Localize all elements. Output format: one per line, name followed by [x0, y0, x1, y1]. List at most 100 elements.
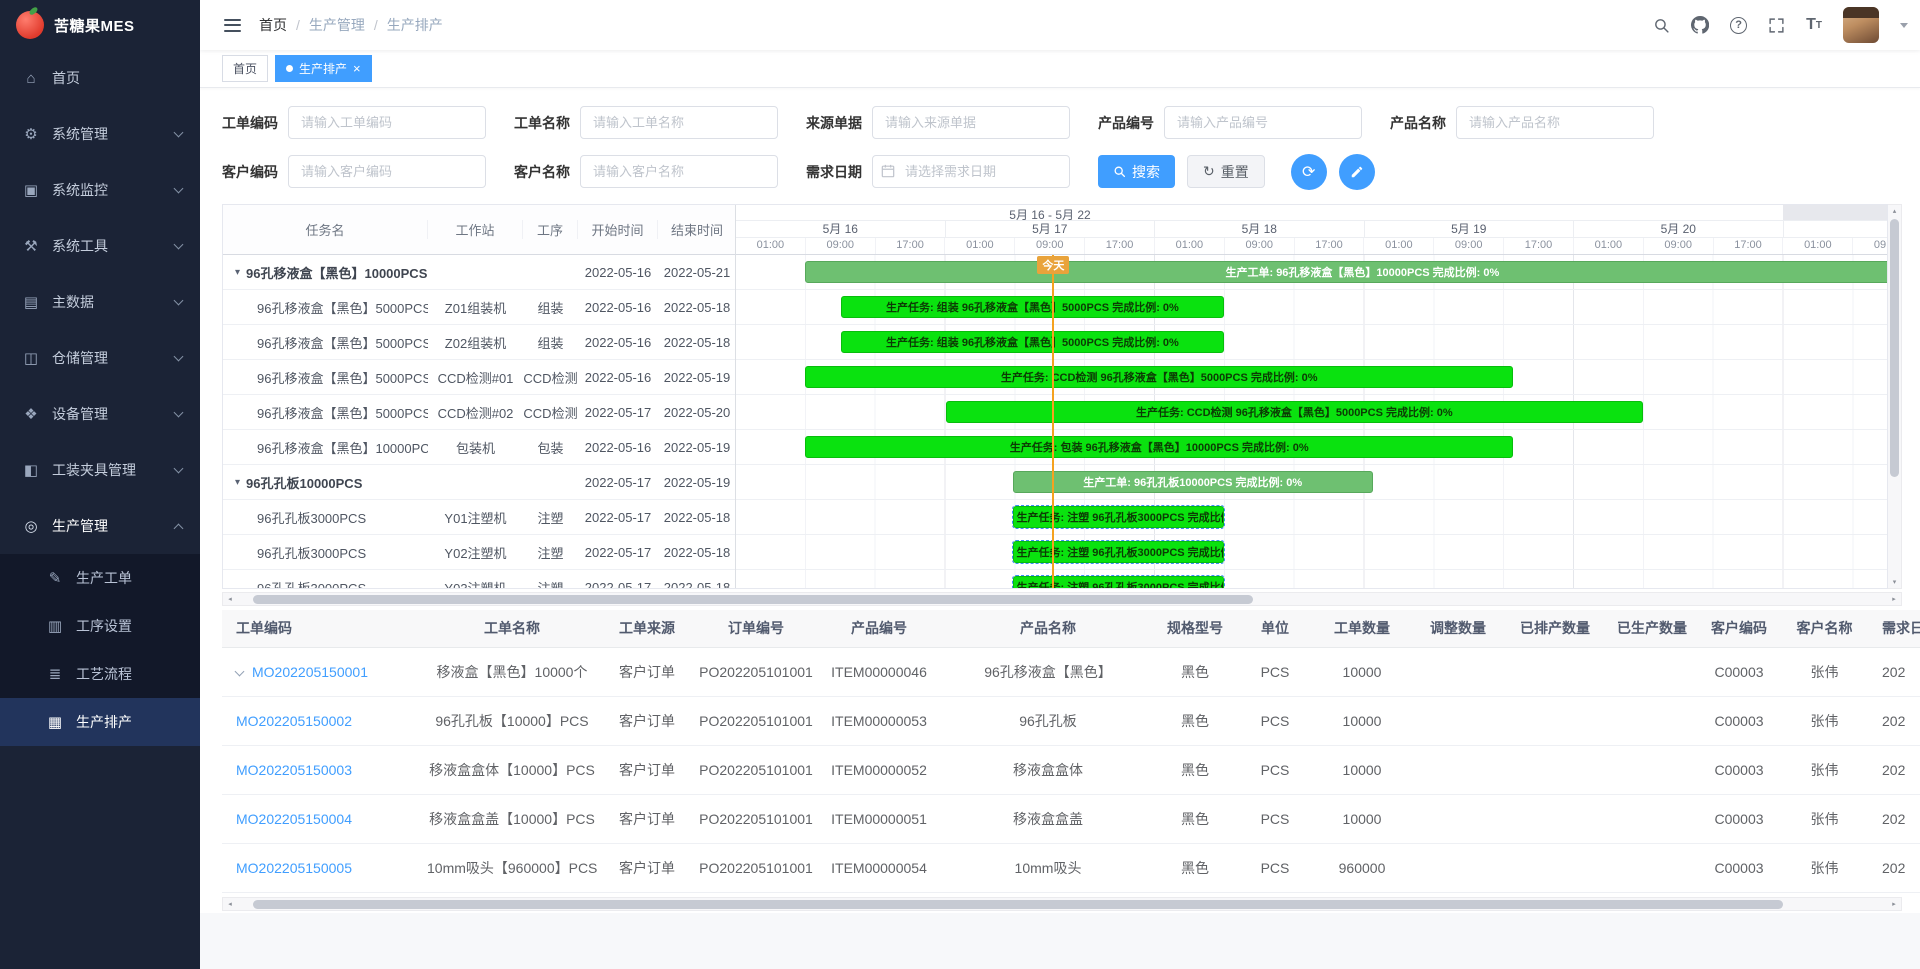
collapse-arrow-icon[interactable]: ▾ — [235, 477, 240, 488]
task-process: 注塑 — [523, 578, 578, 589]
order-code-link[interactable]: MO202205150001 — [252, 664, 368, 680]
orders-row-4[interactable]: MO20220515000510mm吸头【960000】PCS客户订单PO202… — [222, 843, 1920, 892]
gantt-bar[interactable]: 生产任务: 组装 96孔移液盒【黑色】5000PCS 完成比例: 0% — [841, 331, 1224, 353]
gantt-bar[interactable]: 生产任务: 包装 96孔移液盒【黑色】10000PCS 完成比例: 0% — [805, 436, 1513, 458]
order-code-link[interactable]: MO202205150004 — [236, 811, 352, 827]
scroll-left-icon[interactable]: ◂ — [223, 595, 237, 603]
orders-horizontal-scrollbar[interactable]: ◂ ▸ — [222, 897, 1902, 911]
help-icon[interactable]: ? — [1730, 17, 1747, 34]
sidebar-item-1[interactable]: ⚙系统管理 — [0, 106, 200, 162]
gantt-bar[interactable]: 生产工单: 96孔孔板10000PCS 完成比例: 0% — [1013, 471, 1373, 493]
scroll-down-icon[interactable]: ▾ — [1888, 576, 1901, 588]
orders-row-2[interactable]: MO202205150003移液盒盒体【10000】PCS客户订单PO20220… — [222, 745, 1920, 794]
sidebar-subitem-0[interactable]: ✎生产工单 — [0, 554, 200, 602]
gantt-bar[interactable]: 生产任务: 注塑 96孔孔板3000PCS 完成比例: 0% — [1013, 576, 1225, 588]
order-code-link[interactable]: MO202205150002 — [236, 713, 352, 729]
sidebar-item-0[interactable]: ⌂首页 — [0, 50, 200, 106]
fullscreen-icon[interactable] — [1768, 17, 1785, 34]
gantt-bar[interactable]: 生产任务: CCD检测 96孔移液盒【黑色】5000PCS 完成比例: 0% — [805, 366, 1513, 388]
filter-input[interactable] — [1456, 106, 1654, 139]
gantt-task-row[interactable]: 96孔移液盒【黑色】10000PCS包装机包装2022-05-162022-05… — [223, 430, 735, 465]
app-logo[interactable]: 苦糖果MES — [0, 0, 200, 50]
gantt-task-row[interactable]: ▾96孔孔板10000PCS2022-05-172022-05-19 — [223, 465, 735, 500]
task-start: 2022-05-16 — [578, 300, 658, 315]
refresh-circle-button[interactable]: ⟳ — [1291, 154, 1327, 190]
sidebar-item-8[interactable]: ◎生产管理 — [0, 498, 200, 554]
scroll-right-icon[interactable]: ▸ — [1887, 595, 1901, 603]
search-button[interactable]: 搜索 — [1098, 155, 1175, 188]
sidebar-item-label: 首页 — [52, 68, 182, 88]
gantt-task-row[interactable]: 96孔移液盒【黑色】5000PCSZ02组装机组装2022-05-162022-… — [223, 325, 735, 360]
sidebar-subitem-3[interactable]: ▦生产排产 — [0, 698, 200, 746]
task-start: 2022-05-17 — [578, 405, 658, 420]
orders-row-1[interactable]: MO20220515000296孔孔板【10000】PCS客户订单PO20220… — [222, 696, 1920, 745]
tab-close-icon[interactable]: × — [353, 62, 361, 75]
gantt-bar[interactable]: 生产任务: 注塑 96孔孔板3000PCS 完成比例: 0% — [1013, 506, 1225, 528]
main-content: 工单编码工单名称来源单据产品编号产品名称 客户编码客户名称需求日期 搜索 ↻ 重… — [200, 88, 1920, 969]
sidebar-item-6[interactable]: ❖设备管理 — [0, 386, 200, 442]
sidebar-item-5[interactable]: ◫仓储管理 — [0, 330, 200, 386]
filter-input[interactable] — [580, 155, 778, 188]
scrollbar-thumb[interactable] — [253, 595, 1253, 604]
sidebar-item-2[interactable]: ▣系统监控 — [0, 162, 200, 218]
sidebar-menu: ⌂首页⚙系统管理▣系统监控⚒系统工具▤主数据◫仓储管理❖设备管理◧工装夹具管理◎… — [0, 50, 200, 746]
gantt-bar[interactable]: 生产工单: 96孔移液盒【黑色】10000PCS 完成比例: 0% — [805, 261, 1887, 283]
filter-input[interactable] — [872, 155, 1070, 188]
sidebar-item-4[interactable]: ▤主数据 — [0, 274, 200, 330]
search-icon[interactable] — [1653, 17, 1670, 34]
order-code-link[interactable]: MO202205150003 — [236, 762, 352, 778]
filter-input[interactable] — [288, 106, 486, 139]
gantt-task-row[interactable]: 96孔孔板3000PCSY03注塑机注塑2022-05-172022-05-18 — [223, 570, 735, 588]
task-end: 2022-05-18 — [658, 580, 735, 589]
scroll-right-icon[interactable]: ▸ — [1887, 900, 1901, 908]
user-avatar[interactable] — [1843, 7, 1879, 43]
gantt-task-table: 任务名工作站工序开始时间结束时间 ▾96孔移液盒【黑色】10000PCS2022… — [223, 205, 736, 588]
gantt-task-row[interactable]: ▾96孔移液盒【黑色】10000PCS2022-05-162022-05-21 — [223, 255, 735, 290]
app-logo-icon — [16, 11, 44, 39]
sidebar-subitem-1[interactable]: ▥工序设置 — [0, 602, 200, 650]
tab-0[interactable]: 首页 — [222, 55, 268, 82]
task-name: 96孔孔板3000PCS — [257, 508, 366, 527]
sidebar-item-3[interactable]: ⚒系统工具 — [0, 218, 200, 274]
breadcrumb-item[interactable]: 首页 — [259, 15, 287, 35]
orders-row-3[interactable]: MO202205150004移液盒盒盖【10000】PCS客户订单PO20220… — [222, 794, 1920, 843]
gantt-task-row[interactable]: 96孔移液盒【黑色】5000PCSCCD检测#02CCD检测2022-05-17… — [223, 395, 735, 430]
tab-label: 首页 — [233, 60, 257, 77]
gantt-row: 生产任务: 注塑 96孔孔板3000PCS 完成比例: 0% — [736, 500, 1887, 535]
font-size-icon[interactable]: TT — [1806, 16, 1822, 34]
sidebar-subitem-2[interactable]: ≣工艺流程 — [0, 650, 200, 698]
gantt-task-row[interactable]: 96孔移液盒【黑色】5000PCSCCD检测#01CCD检测2022-05-16… — [223, 360, 735, 395]
scroll-up-icon[interactable]: ▴ — [1888, 205, 1901, 217]
tab-1[interactable]: 生产排产× — [275, 55, 372, 82]
gantt-bar[interactable]: 生产任务: 组装 96孔移液盒【黑色】5000PCS 完成比例: 0% — [841, 296, 1224, 318]
filter-input[interactable] — [872, 106, 1070, 139]
github-icon[interactable] — [1691, 16, 1709, 34]
scrollbar-thumb[interactable] — [1890, 219, 1899, 477]
filter-input[interactable] — [288, 155, 486, 188]
user-menu-caret-icon[interactable] — [1900, 23, 1908, 28]
sidebar-toggle-icon[interactable] — [218, 13, 247, 38]
task-workstation: Z02组装机 — [428, 333, 523, 352]
collapse-arrow-icon[interactable]: ▾ — [235, 267, 240, 278]
row-expand-icon[interactable] — [235, 666, 245, 676]
scroll-left-icon[interactable]: ◂ — [223, 900, 237, 908]
process-settings-icon: ▥ — [46, 617, 64, 635]
filter-input[interactable] — [1164, 106, 1362, 139]
gantt-bar[interactable]: 生产任务: 注塑 96孔孔板3000PCS 完成比例: 0% — [1013, 541, 1225, 563]
scrollbar-thumb[interactable] — [253, 900, 1783, 909]
gantt-task-row[interactable]: 96孔移液盒【黑色】5000PCSZ01组装机组装2022-05-162022-… — [223, 290, 735, 325]
gantt-vertical-scrollbar[interactable]: ▴ ▾ — [1888, 204, 1902, 589]
gantt-horizontal-scrollbar[interactable]: ◂ ▸ — [222, 592, 1902, 606]
gantt-task-row[interactable]: 96孔孔板3000PCSY01注塑机注塑2022-05-172022-05-18 — [223, 500, 735, 535]
sidebar-subitem-label: 生产排产 — [76, 712, 182, 732]
reset-button[interactable]: ↻ 重置 — [1187, 155, 1265, 188]
sidebar-item-7[interactable]: ◧工装夹具管理 — [0, 442, 200, 498]
order-code-link[interactable]: MO202205150005 — [236, 860, 352, 876]
gantt-task-row[interactable]: 96孔孔板3000PCSY02注塑机注塑2022-05-172022-05-18 — [223, 535, 735, 570]
orders-row-0[interactable]: MO202205150001移液盒【黑色】10000个客户订单PO2022051… — [222, 647, 1920, 696]
gantt-bar[interactable]: 生产任务: CCD检测 96孔移液盒【黑色】5000PCS 完成比例: 0% — [946, 401, 1644, 423]
task-process: 注塑 — [523, 508, 578, 527]
filter-input[interactable] — [580, 106, 778, 139]
breadcrumb-item[interactable]: 生产管理 — [309, 15, 365, 35]
edit-circle-button[interactable] — [1339, 154, 1375, 190]
